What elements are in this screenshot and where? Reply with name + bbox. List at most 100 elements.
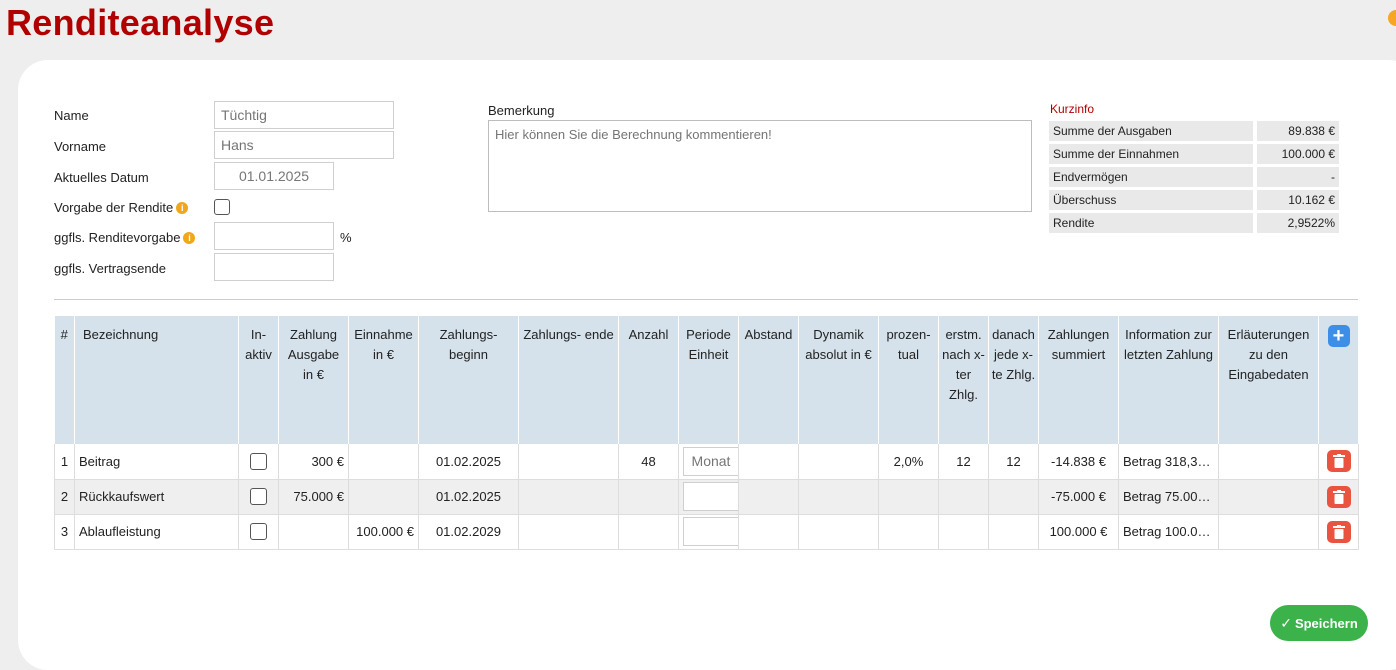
col-einnahme: Einnahme in € [348, 316, 419, 444]
vorgabe-checkbox[interactable] [214, 199, 230, 215]
kurzinfo-key: Rendite [1049, 213, 1253, 233]
col-periode: Periode Einheit [678, 316, 739, 444]
cell-dynamik[interactable] [798, 444, 879, 480]
cell-danach[interactable] [988, 514, 1039, 550]
col-anzahl: Anzahl [618, 316, 679, 444]
col-bezeichnung: Bezeichnung [74, 316, 239, 444]
cell-beginn[interactable]: 01.02.2025 [418, 479, 519, 515]
cell-danach[interactable] [988, 479, 1039, 515]
vertragsende-input[interactable] [214, 253, 334, 281]
cell-erstm[interactable] [938, 514, 989, 550]
col-ausgabe: Zahlung Ausgabe in € [278, 316, 349, 444]
datum-input[interactable] [214, 162, 334, 190]
cell-ausgabe[interactable] [278, 514, 349, 550]
payments-table: # Bezeichnung In- aktiv Zahlung Ausgabe … [54, 316, 1359, 550]
cell-beginn[interactable]: 01.02.2029 [418, 514, 519, 550]
kurzinfo-value: 10.162 € [1257, 190, 1339, 210]
kurzinfo-key: Überschuss [1049, 190, 1253, 210]
cell-einnahme[interactable]: 100.000 € [348, 514, 419, 550]
renditevorgabe-label-text: ggfls. Renditevorgabe [54, 230, 181, 245]
col-prozentual: prozen- tual [878, 316, 939, 444]
cell-erlaeuterungen[interactable] [1218, 479, 1319, 515]
trash-icon [1332, 489, 1345, 504]
vorname-input[interactable] [214, 131, 394, 159]
periode-select[interactable] [683, 482, 738, 511]
trash-icon [1332, 524, 1345, 539]
delete-row-button[interactable] [1326, 450, 1351, 473]
notification-badge[interactable] [1388, 10, 1396, 26]
col-ende: Zahlungs- ende [518, 316, 619, 444]
cell-num: 3 [54, 514, 75, 550]
vorname-label: Vorname [54, 139, 107, 154]
cell-summiert: -14.838 € [1038, 444, 1119, 480]
kurzinfo-value: 100.000 € [1257, 144, 1339, 164]
cell-num: 1 [54, 444, 75, 480]
vertragsende-label: ggfls. Vertragsende [54, 261, 167, 276]
cell-bezeichnung[interactable]: Ablaufleistung [74, 514, 239, 550]
bemerkung-textarea[interactable] [488, 120, 1032, 212]
cell-delete [1318, 479, 1359, 515]
table-header-row: # Bezeichnung In- aktiv Zahlung Ausgabe … [54, 316, 1359, 444]
cell-info: Betrag 100.0… [1118, 514, 1219, 550]
cell-periode [678, 444, 739, 480]
cell-ende[interactable] [518, 444, 619, 480]
periode-select[interactable] [683, 517, 738, 546]
page-title: Renditeanalyse [6, 2, 275, 43]
cell-anzahl[interactable] [618, 514, 679, 550]
cell-erstm[interactable] [938, 479, 989, 515]
vorgabe-label-text: Vorgabe der Rendite [54, 200, 174, 215]
col-beginn: Zahlungs- beginn [418, 316, 519, 444]
kurzinfo-key: Summe der Einnahmen [1049, 144, 1253, 164]
cell-erlaeuterungen[interactable] [1218, 514, 1319, 550]
cell-ende[interactable] [518, 479, 619, 515]
cell-num: 2 [54, 479, 75, 515]
inaktiv-checkbox[interactable] [250, 488, 267, 506]
cell-einnahme[interactable] [348, 444, 419, 480]
cell-dynamik[interactable] [798, 479, 879, 515]
cell-prozentual[interactable] [878, 514, 939, 550]
add-row-button[interactable]: + [1327, 325, 1350, 347]
cell-abstand[interactable] [738, 444, 799, 480]
cell-erlaeuterungen[interactable] [1218, 444, 1319, 480]
delete-row-button[interactable] [1326, 485, 1351, 508]
cell-einnahme[interactable] [348, 479, 419, 515]
datum-label: Aktuelles Datum [54, 170, 149, 185]
cell-prozentual[interactable]: 2,0% [878, 444, 939, 480]
cell-ende[interactable] [518, 514, 619, 550]
info-icon[interactable]: i [176, 202, 189, 214]
cell-ausgabe[interactable]: 300 € [278, 444, 349, 480]
cell-dynamik[interactable] [798, 514, 879, 550]
cell-bezeichnung[interactable]: Beitrag [74, 444, 239, 480]
cell-bezeichnung[interactable]: Rückkaufswert [74, 479, 239, 515]
cell-inaktiv [238, 479, 279, 515]
cell-anzahl[interactable]: 48 [618, 444, 679, 480]
bemerkung-label: Bemerkung [488, 103, 555, 118]
cell-inaktiv [238, 444, 279, 480]
cell-erstm[interactable]: 12 [938, 444, 989, 480]
cell-beginn[interactable]: 01.02.2025 [418, 444, 519, 480]
col-actions: + [1318, 316, 1359, 444]
name-input[interactable] [214, 101, 394, 129]
table-row: 2 Rückkaufswert 75.000 € 01.02.2025 -75.… [54, 479, 1359, 515]
save-button[interactable]: ✓ Speichern [1270, 605, 1368, 641]
cell-abstand[interactable] [738, 514, 799, 550]
cell-abstand[interactable] [738, 479, 799, 515]
delete-row-button[interactable] [1326, 520, 1351, 543]
inaktiv-checkbox[interactable] [250, 523, 267, 541]
table-row: 1 Beitrag 300 € 01.02.2025 48 2,0% 12 12… [54, 444, 1359, 480]
cell-anzahl[interactable] [618, 479, 679, 515]
cell-prozentual[interactable] [878, 479, 939, 515]
cell-periode [678, 479, 739, 515]
table-row: 3 Ablaufleistung 100.000 € 01.02.2029 10… [54, 514, 1359, 550]
cell-delete [1318, 514, 1359, 550]
col-erstm: erstm. nach x- ter Zhlg. [938, 316, 989, 444]
cell-summiert: -75.000 € [1038, 479, 1119, 515]
inaktiv-checkbox[interactable] [250, 452, 267, 470]
info-icon[interactable]: i [183, 232, 196, 244]
cell-danach[interactable]: 12 [988, 444, 1039, 480]
renditevorgabe-input[interactable] [214, 222, 334, 250]
percent-unit: % [340, 230, 352, 245]
periode-select[interactable] [683, 446, 738, 476]
cell-ausgabe[interactable]: 75.000 € [278, 479, 349, 515]
col-inaktiv: In- aktiv [238, 316, 279, 444]
